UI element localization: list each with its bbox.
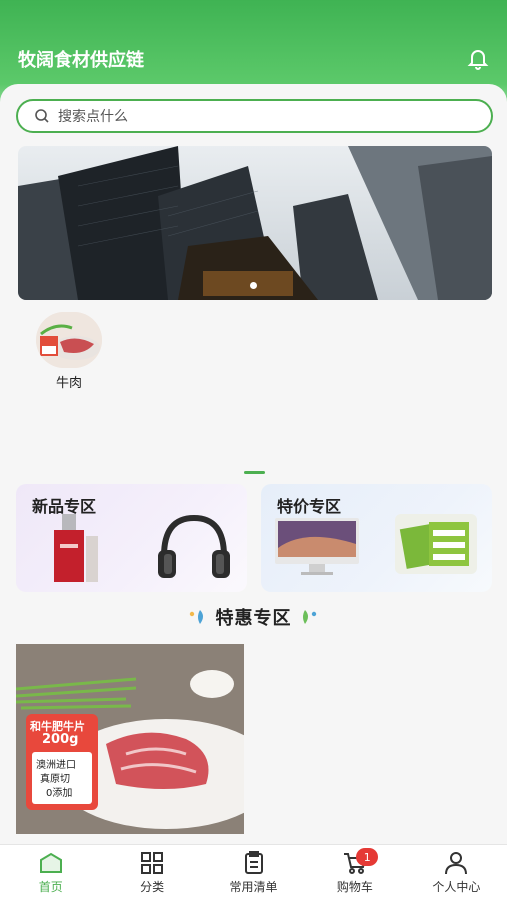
tab-label: 首页 [38,880,63,894]
product-card[interactable]: 和牛肥牛片 200g 澳洲进口 真原切 0添加 [16,644,244,834]
page-indicator [244,471,265,474]
section-title: 特惠专区 [215,608,292,629]
tab-label: 分类 [140,880,165,894]
tab-category[interactable]: 分类 [101,845,202,900]
search-icon [35,109,49,123]
promo-special-offers[interactable]: 特价专区 [261,484,492,592]
bell-icon[interactable] [464,44,492,72]
grid-icon [141,852,164,874]
banner-carousel[interactable] [18,146,492,300]
promo-title: 特价专区 [277,497,342,516]
cart-badge: 1 [356,848,379,866]
product-note-1: 澳洲进口 [36,760,76,771]
category-item-beef[interactable]: 牛肉 [34,312,104,391]
tab-label: 个人中心 [432,880,481,894]
beef-image [36,312,102,368]
tab-home[interactable]: 首页 [0,845,101,900]
product-note-3: 0添加 [46,788,73,799]
app-title: 牧阔食材供应链 [18,50,144,71]
search-placeholder: 搜索点什么 [58,109,128,125]
carousel-dot[interactable] [250,282,257,289]
product-weight: 200g [42,732,79,747]
tab-profile[interactable]: 个人中心 [406,845,507,900]
home-icon [39,852,62,873]
section-header: 特惠专区 [0,604,507,630]
tab-cart[interactable]: 1 购物车 [304,845,405,900]
headphones-image [158,514,230,578]
product-note-2: 真原切 [40,774,70,785]
imac-image [275,518,359,575]
packages-image [395,514,477,574]
leaf-right-icon [302,610,316,624]
tab-label: 常用清单 [229,880,278,894]
leaf-left-icon [190,610,204,624]
cosmetic-bottle-image [54,514,98,582]
user-icon [445,852,468,875]
clipboard-icon [244,851,263,874]
category-label: 牛肉 [55,376,82,391]
bottom-tab-bar: 首页 分类 常用清单 1 购物车 个人中心 [0,844,507,900]
tab-frequent-list[interactable]: 常用清单 [203,845,304,900]
promo-new-products[interactable]: 新品专区 [16,484,247,592]
search-input[interactable]: 搜索点什么 [16,99,493,133]
main-content: 搜索点什么 牛肉 新品专区 特价专区 特惠专区 和牛肥牛片 200g 澳洲进口 … [0,84,507,844]
tab-label: 购物车 [336,880,373,894]
